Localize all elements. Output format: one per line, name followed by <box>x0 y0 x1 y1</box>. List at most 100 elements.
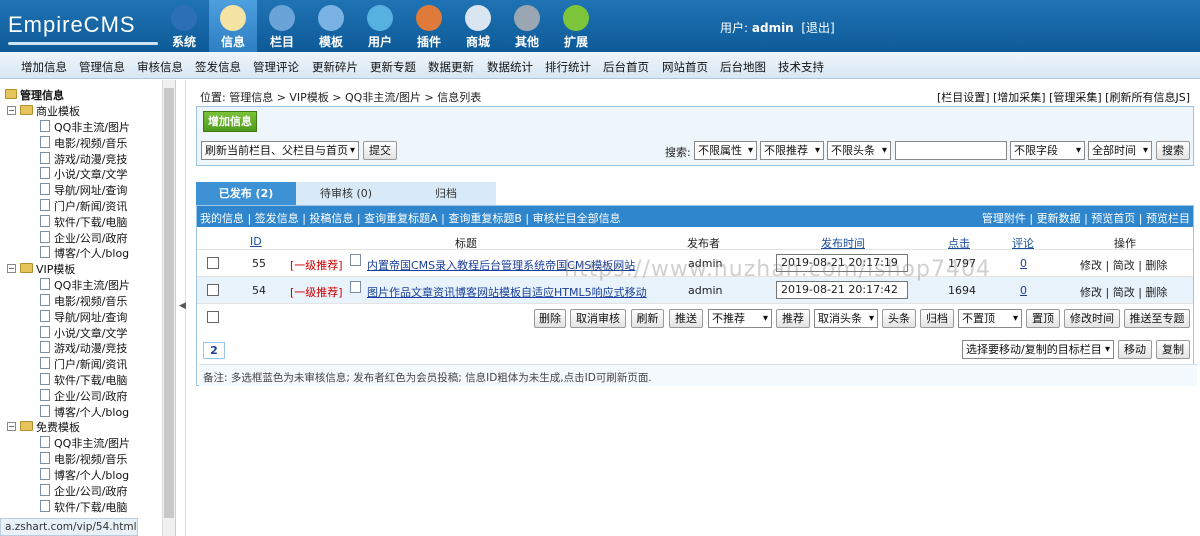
subnav-item[interactable]: 后台首页 <box>603 59 649 75</box>
recommend-button[interactable]: 推荐 <box>776 309 810 328</box>
tree-group[interactable]: VIP模板 <box>36 261 75 277</box>
headline-button[interactable]: 头条 <box>882 309 916 328</box>
topnav-gear[interactable]: 其他 <box>503 0 551 52</box>
subnav-item[interactable]: 排行统计 <box>545 59 591 75</box>
col-id[interactable]: ID <box>250 235 262 248</box>
tree-item[interactable]: 企业/公司/政府 <box>54 483 127 499</box>
logo[interactable]: EmpireCMS <box>8 12 158 45</box>
search-button[interactable]: 搜索 <box>1156 141 1190 160</box>
edit-time-button[interactable]: 修改时间 <box>1064 309 1120 328</box>
subnav-item[interactable]: 更新碎片 <box>312 59 358 75</box>
tree-title[interactable]: 管理信息 <box>20 87 64 103</box>
row-actions[interactable]: 修改 | 简改 | 删除 <box>1080 257 1167 273</box>
tree-item[interactable]: 门户/新闻/资讯 <box>54 356 127 372</box>
attribute-filter[interactable]: 不限属性 <box>694 141 757 160</box>
tree-item[interactable]: 电影/视频/音乐 <box>54 135 127 151</box>
tree-item[interactable]: 导航/网址/查询 <box>54 182 127 198</box>
row-comments[interactable]: 0 <box>1020 257 1027 270</box>
headline-filter[interactable]: 不限头条 <box>827 141 891 160</box>
refresh-button[interactable]: 刷新 <box>631 309 664 328</box>
subnav-item[interactable]: 后台地图 <box>720 59 766 75</box>
row-id[interactable]: 54 <box>252 284 266 297</box>
topnav-window[interactable]: 模板 <box>307 0 355 52</box>
topnav-folder[interactable]: 栏目 <box>258 0 306 52</box>
field-select[interactable]: 不限字段 <box>1010 141 1085 160</box>
delete-button[interactable]: 删除 <box>534 309 566 328</box>
tree-item[interactable]: 电影/视频/音乐 <box>54 451 127 467</box>
collapse-toggle-icon[interactable]: − <box>7 106 16 115</box>
recommend-level-select[interactable]: 不推荐 <box>708 309 772 328</box>
subnav-item[interactable]: 增加信息 <box>21 59 67 75</box>
topnav-notepad[interactable]: 信息 <box>209 0 257 52</box>
list-links-right[interactable]: 管理附件 | 更新数据 | 预览首页 | 预览栏目 <box>982 210 1190 226</box>
tree-item[interactable]: 企业/公司/政府 <box>54 388 127 404</box>
edit-doc-icon[interactable] <box>350 281 361 293</box>
refresh-select[interactable]: 刷新当前栏目、父栏目与首页 <box>201 141 359 160</box>
edit-doc-icon[interactable] <box>350 254 361 266</box>
top-level-select[interactable]: 不置顶 <box>958 309 1022 328</box>
tree-item[interactable]: QQ非主流/图片 <box>54 119 130 135</box>
tab-published[interactable]: 已发布 (2) <box>196 182 296 205</box>
subnav-item[interactable]: 签发信息 <box>195 59 241 75</box>
add-info-button[interactable]: 增加信息 <box>203 111 257 132</box>
subnav-item[interactable]: 技术支持 <box>778 59 824 75</box>
row-title[interactable]: 图片作品文章资讯博客网站模板自适应HTML5响应式移动 <box>367 284 647 300</box>
tree-item[interactable]: QQ非主流/图片 <box>54 435 130 451</box>
tree-item[interactable]: 导航/网址/查询 <box>54 309 127 325</box>
tree-item[interactable]: 博客/个人/blog <box>54 245 129 261</box>
move-button[interactable]: 移动 <box>1118 340 1152 359</box>
target-column-select[interactable]: 选择要移动/复制的目标栏目 <box>962 340 1114 359</box>
subnav-item[interactable]: 管理信息 <box>79 59 125 75</box>
tree-group[interactable]: 商业模板 <box>36 103 80 119</box>
tree-item[interactable]: 软件/下载/电脑 <box>54 499 127 515</box>
time-select[interactable]: 全部时间 <box>1088 141 1152 160</box>
tree-item[interactable]: 游戏/动漫/竞技 <box>54 340 127 356</box>
subnav-item[interactable]: 网站首页 <box>662 59 708 75</box>
unapprove-button[interactable]: 取消审核 <box>570 309 626 328</box>
subnav-item[interactable]: 数据更新 <box>428 59 474 75</box>
list-links-left[interactable]: 我的信息 | 签发信息 | 投稿信息 | 查询重复标题A | 查询重复标题B |… <box>200 210 621 226</box>
topnav-tools[interactable]: 插件 <box>405 0 453 52</box>
push-topic-button[interactable]: 推送至专题 <box>1124 309 1190 328</box>
topnav-globe[interactable]: 系统 <box>160 0 208 52</box>
archive-button[interactable]: 归档 <box>920 309 954 328</box>
submit-button[interactable]: 提交 <box>363 141 397 160</box>
search-input[interactable] <box>895 141 1007 160</box>
tree-item[interactable]: 博客/个人/blog <box>54 467 129 483</box>
topnav-user[interactable]: 用户 <box>356 0 404 52</box>
tree-item[interactable]: QQ非主流/图片 <box>54 277 130 293</box>
row-actions[interactable]: 修改 | 简改 | 删除 <box>1080 284 1167 300</box>
logout-link[interactable]: [退出] <box>801 21 834 35</box>
collapse-toggle-icon[interactable]: − <box>7 264 16 274</box>
headline-level-select[interactable]: 取消头条 <box>814 309 878 328</box>
subnav-item[interactable]: 数据统计 <box>487 59 533 75</box>
collapse-toggle-icon[interactable]: − <box>7 422 16 432</box>
collapse-arrow-icon[interactable]: ◀ <box>179 301 186 311</box>
tree-item[interactable]: 游戏/动漫/竞技 <box>54 151 127 167</box>
tree-item[interactable]: 企业/公司/政府 <box>54 230 127 246</box>
tree-item[interactable]: 电影/视频/音乐 <box>54 293 127 309</box>
top-button[interactable]: 置顶 <box>1026 309 1060 328</box>
tab-archive[interactable]: 归档 <box>396 182 496 205</box>
topnav-card[interactable]: 商城 <box>454 0 502 52</box>
column-links[interactable]: [栏目设置] [增加采集] [管理采集] [刷新所有信息JS] <box>937 89 1190 105</box>
tree-group[interactable]: 免费模板 <box>36 419 80 435</box>
select-all-checkbox[interactable] <box>207 311 219 323</box>
subnav-item[interactable]: 审核信息 <box>137 59 183 75</box>
topnav-plus[interactable]: 扩展 <box>552 0 600 52</box>
page-number[interactable]: 2 <box>203 342 225 359</box>
subnav-item[interactable]: 管理评论 <box>253 59 299 75</box>
tab-pending[interactable]: 待审核 (0) <box>296 182 396 205</box>
row-comments[interactable]: 0 <box>1020 284 1027 297</box>
tree-item[interactable]: 软件/下载/电脑 <box>54 372 127 388</box>
recommend-filter[interactable]: 不限推荐 <box>760 141 824 160</box>
scrollbar-thumb[interactable] <box>164 88 174 518</box>
row-time-input[interactable]: 2019-08-21 20:17:42 <box>776 281 908 299</box>
push-button[interactable]: 推送 <box>669 309 703 328</box>
tree-item[interactable]: 博客/个人/blog <box>54 404 129 420</box>
row-checkbox[interactable] <box>207 257 219 269</box>
tree-item[interactable]: 小说/文章/文学 <box>54 166 127 182</box>
copy-button[interactable]: 复制 <box>1156 340 1190 359</box>
tree-item[interactable]: 小说/文章/文学 <box>54 325 127 341</box>
row-id[interactable]: 55 <box>252 257 266 270</box>
